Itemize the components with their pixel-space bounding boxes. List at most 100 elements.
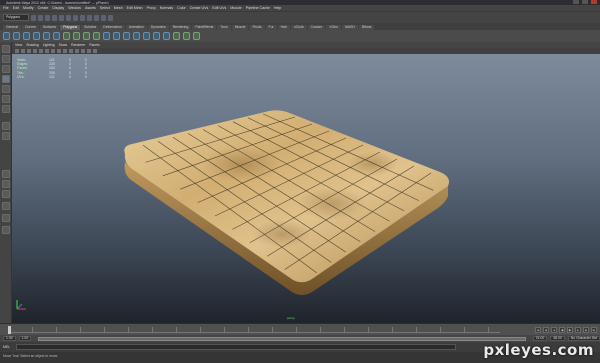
use-lights-icon[interactable] (75, 49, 79, 53)
smooth-shade-icon[interactable] (57, 49, 61, 53)
move-tool-icon[interactable] (2, 75, 10, 83)
hypershade-layout-icon[interactable] (2, 190, 10, 198)
bevel-icon[interactable] (163, 32, 170, 40)
menu-item[interactable]: Proxy (147, 6, 156, 10)
bookmark-icon[interactable] (21, 49, 25, 53)
separate-icon[interactable] (73, 32, 80, 40)
menu-item[interactable]: Edit (13, 6, 19, 10)
maximize-button[interactable] (582, 0, 588, 4)
menu-item[interactable]: Edit UVs (212, 6, 226, 10)
snap-grid-icon[interactable] (73, 14, 78, 21)
menu-item[interactable]: Display (52, 6, 64, 10)
select-tool-icon[interactable] (2, 45, 10, 53)
save-scene-icon[interactable] (45, 14, 50, 21)
menu-item[interactable]: Window (68, 6, 81, 10)
menu-item[interactable]: Edit Mesh (127, 6, 143, 10)
snap-point-icon[interactable] (87, 14, 92, 21)
last-tool-icon[interactable] (2, 105, 10, 113)
bridge-icon[interactable] (123, 32, 130, 40)
open-scene-icon[interactable] (38, 14, 43, 21)
poly-cylinder-icon[interactable] (23, 32, 30, 40)
current-time-marker[interactable] (8, 326, 11, 334)
xray-icon[interactable] (87, 49, 91, 53)
four-pane-layout-icon[interactable] (2, 132, 10, 140)
close-button[interactable] (591, 0, 597, 4)
shadows-icon[interactable] (81, 49, 85, 53)
smooth-icon[interactable] (93, 32, 100, 40)
lasso-tool-icon[interactable] (2, 55, 10, 63)
poly-cone-icon[interactable] (33, 32, 40, 40)
film-gate-icon[interactable] (39, 49, 43, 53)
merge-icon[interactable] (173, 32, 180, 40)
select-hierarchy-icon[interactable] (52, 14, 57, 21)
snap-curve-icon[interactable] (80, 14, 85, 21)
menu-item[interactable]: Normals (160, 6, 173, 10)
rotate-tool-icon[interactable] (2, 85, 10, 93)
play-forward-button[interactable]: ▶ (567, 327, 573, 333)
go-to-end-button[interactable]: ▸| (591, 327, 597, 333)
split-polygon-icon[interactable] (143, 32, 150, 40)
menu-item[interactable]: Create (38, 6, 49, 10)
menu-item[interactable]: Modify (23, 6, 34, 10)
range-bar[interactable] (38, 336, 526, 341)
poly-sphere-icon[interactable] (3, 32, 10, 40)
single-pane-layout-icon[interactable] (2, 122, 10, 130)
poly-cube-icon[interactable] (13, 32, 20, 40)
planar-mapping-icon[interactable] (183, 32, 190, 40)
edge-loop-icon[interactable] (153, 32, 160, 40)
extract-icon[interactable] (83, 32, 90, 40)
persp-outliner-layout-icon[interactable] (2, 170, 10, 178)
start-time-field[interactable]: 1.00 (3, 336, 16, 341)
command-input[interactable] (16, 344, 456, 350)
panel-menu-item[interactable]: View (15, 43, 22, 47)
select-object-icon[interactable] (59, 14, 64, 21)
menu-item[interactable]: Select (100, 6, 110, 10)
uv-layout-icon[interactable] (2, 214, 10, 222)
wireframe-icon[interactable] (51, 49, 55, 53)
panel-menu-item[interactable]: Lighting (43, 43, 55, 47)
wireframe-on-shaded-icon[interactable] (63, 49, 67, 53)
step-forward-button[interactable]: ▸ (575, 327, 581, 333)
uv-editor-icon[interactable] (193, 32, 200, 40)
camera-attributes-icon[interactable] (15, 49, 19, 53)
go-to-start-button[interactable]: |◂ (535, 327, 541, 333)
persp-graph-layout-icon[interactable] (2, 180, 10, 188)
panel-menu-item[interactable]: Panels (89, 43, 99, 47)
select-component-icon[interactable] (66, 14, 71, 21)
image-plane-icon[interactable] (27, 49, 31, 53)
new-scene-icon[interactable] (31, 14, 36, 21)
time-slider[interactable]: |◂ ◂| ◂ ◀ ▶ ▸ |▸ ▸| (0, 323, 600, 335)
panel-menu-item[interactable]: Show (59, 43, 67, 47)
outliner-layout-icon[interactable] (2, 202, 10, 210)
scale-tool-icon[interactable] (2, 95, 10, 103)
range-start-field[interactable]: 1.00 (18, 336, 32, 341)
render-settings-icon[interactable] (108, 14, 113, 21)
menu-item[interactable]: Create UVs (190, 6, 209, 10)
step-back-key-button[interactable]: ◂| (543, 327, 549, 333)
isolate-select-icon[interactable] (93, 49, 97, 53)
step-forward-key-button[interactable]: |▸ (583, 327, 589, 333)
render-icon[interactable] (94, 14, 99, 21)
resolution-gate-icon[interactable] (45, 49, 49, 53)
panel-menu-item[interactable]: Shading (26, 43, 38, 47)
grid-toggle-icon[interactable] (33, 49, 37, 53)
step-back-button[interactable]: ◂ (551, 327, 557, 333)
paint-select-icon[interactable] (2, 65, 10, 73)
textured-icon[interactable] (69, 49, 73, 53)
extrude-icon[interactable] (113, 32, 120, 40)
menu-item[interactable]: Mesh (114, 6, 123, 10)
menu-set-dropdown[interactable]: Polygons (3, 14, 29, 21)
ipr-render-icon[interactable] (101, 14, 106, 21)
perspective-viewport[interactable]: Verts: 121 0 0 Edges: 220 0 0 Faces: 100 0 0 Tris: 20… (12, 54, 600, 323)
append-polygon-icon[interactable] (133, 32, 140, 40)
tiled-board-mesh[interactable] (12, 54, 600, 323)
menu-item[interactable]: Help (274, 6, 281, 10)
custom-layout-icon[interactable] (2, 226, 10, 234)
mel-toggle-button[interactable]: MEL (3, 345, 13, 349)
minimize-button[interactable] (573, 0, 579, 4)
menu-item[interactable]: Muscle (230, 6, 241, 10)
menu-item[interactable]: Assets (85, 6, 96, 10)
panel-menu-item[interactable]: Renderer (71, 43, 85, 47)
menu-item[interactable]: Color (177, 6, 186, 10)
menu-item[interactable]: Pipeline Cache (246, 6, 270, 10)
